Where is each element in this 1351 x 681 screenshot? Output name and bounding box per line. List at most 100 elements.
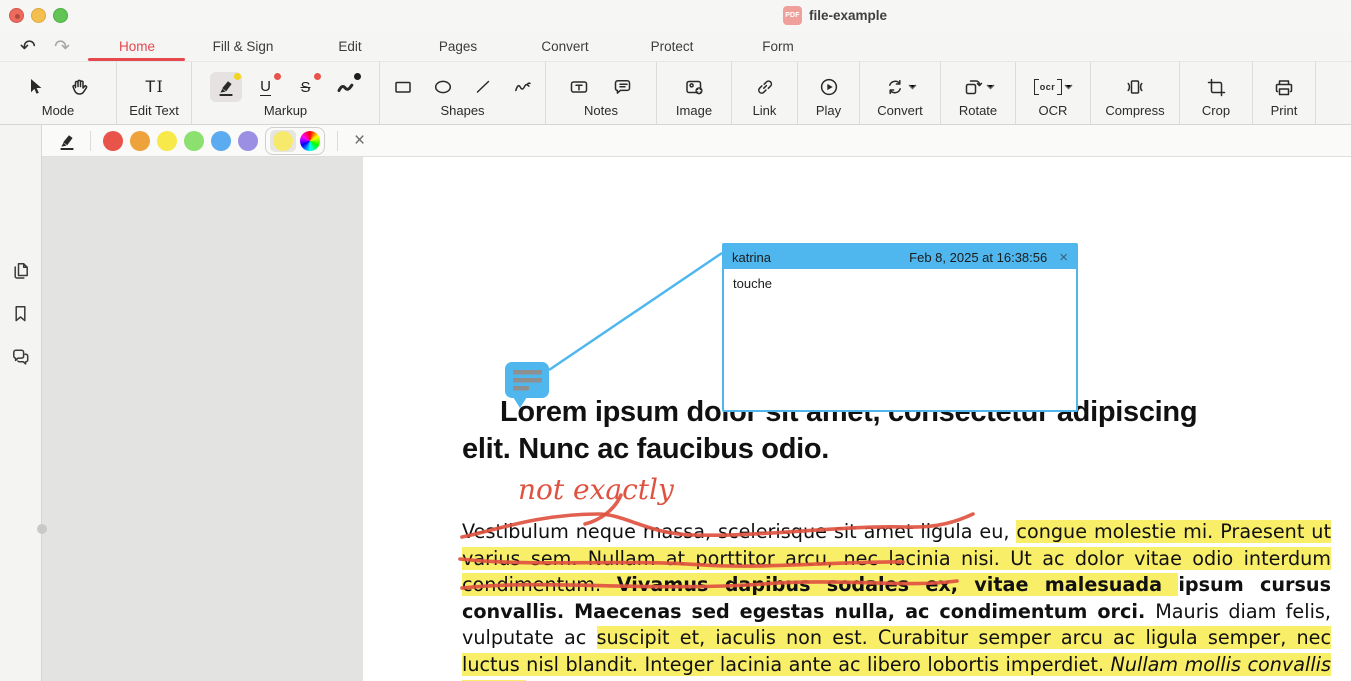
undo-icon[interactable]: ↶ xyxy=(20,34,36,61)
highlighter-icon xyxy=(215,76,237,98)
toolbar-group-label: Print xyxy=(1253,103,1315,118)
crop-button[interactable] xyxy=(1200,72,1232,102)
color-swatch[interactable] xyxy=(211,131,231,151)
active-highlighter-icon xyxy=(56,130,78,152)
tab-pages[interactable]: Pages xyxy=(439,33,477,61)
heading-line-2: elit. Nunc ac faucibus odio. xyxy=(462,431,1314,468)
handwritten-note-annotation[interactable]: not exactly xyxy=(518,473,674,506)
app-window: PDF file-example ↶ ↷ Home Fill & Sign Ed… xyxy=(0,0,1351,681)
draw-tool-button[interactable] xyxy=(330,72,362,102)
color-swatch[interactable] xyxy=(130,131,150,151)
insert-image-button[interactable] xyxy=(678,72,710,102)
close-window-button[interactable] xyxy=(9,8,24,23)
toolbar-group-label: Mode xyxy=(0,103,116,118)
comment-note-button[interactable] xyxy=(607,72,639,102)
traffic-lights xyxy=(9,8,68,23)
play-icon xyxy=(818,76,840,98)
comment-timestamp: Feb 8, 2025 at 16:38:56 xyxy=(909,250,1047,265)
selected-color-swatch xyxy=(273,131,293,151)
tab-edit[interactable]: Edit xyxy=(338,33,361,61)
color-wheel-icon[interactable] xyxy=(300,131,320,151)
sidebar-item-thumbnails[interactable] xyxy=(9,259,33,283)
sidebar-item-bookmarks[interactable] xyxy=(9,302,33,326)
toolbar-group-edit-text: TI Edit Text xyxy=(117,62,192,124)
tab-protect[interactable]: Protect xyxy=(651,33,694,61)
scribble-shape-button[interactable] xyxy=(507,72,539,102)
ribbon-tab-bar: ↶ ↷ Home Fill & Sign Edit Pages Convert … xyxy=(0,33,1351,62)
link-chain-icon xyxy=(754,76,776,98)
comment-body-text[interactable]: touche xyxy=(724,269,1076,298)
comment-popup-header[interactable]: katrina Feb 8, 2025 at 16:38:56 × xyxy=(724,245,1076,269)
tab-form[interactable]: Form xyxy=(762,33,794,61)
toolbar-group-label: Markup xyxy=(192,103,379,118)
underline-tool-button[interactable]: U xyxy=(250,72,282,102)
line-icon xyxy=(472,76,494,98)
sidebar-item-comments[interactable] xyxy=(9,345,33,369)
toolbar-group-label: Notes xyxy=(546,103,656,118)
divider xyxy=(90,131,91,151)
toolbar-group-convert: Convert xyxy=(860,62,941,124)
comment-bubble-icon xyxy=(612,76,634,98)
compress-icon xyxy=(1124,76,1146,98)
ocr-icon: ocr xyxy=(1034,77,1062,97)
redo-icon[interactable]: ↷ xyxy=(54,34,70,61)
line-shape-button[interactable] xyxy=(467,72,499,102)
insert-link-button[interactable] xyxy=(749,72,781,102)
convert-button[interactable] xyxy=(881,72,919,102)
tab-home[interactable]: Home xyxy=(119,33,155,61)
draw-color-dot xyxy=(354,73,361,80)
pdf-document-icon: PDF xyxy=(783,6,802,25)
color-swatch[interactable] xyxy=(238,131,258,151)
color-swatch[interactable] xyxy=(184,131,204,151)
comment-close-icon[interactable]: × xyxy=(1055,249,1068,266)
toolbar-group-label: Image xyxy=(657,103,731,118)
toolbar: Mode TI Edit Text U xyxy=(0,62,1351,125)
left-sidebar xyxy=(0,125,42,681)
selected-color-tile[interactable] xyxy=(270,130,296,152)
window-title-area: PDF file-example xyxy=(783,6,887,25)
chevron-down-icon xyxy=(986,84,995,90)
document-paragraph: Vestibulum neque massa, scelerisque sit … xyxy=(462,519,1331,681)
selected-color-group xyxy=(265,127,325,155)
rotate-button[interactable] xyxy=(959,72,997,102)
color-swatch[interactable] xyxy=(157,131,177,151)
toolbar-group-play: Play xyxy=(798,62,860,124)
underline-icon: U xyxy=(260,79,271,96)
rectangle-icon xyxy=(392,76,414,98)
ellipse-shape-button[interactable] xyxy=(427,72,459,102)
scribble-icon xyxy=(512,76,534,98)
text-note-button[interactable] xyxy=(563,72,595,102)
toolbar-group-label: Link xyxy=(732,103,797,118)
toolbar-group-shapes: Shapes xyxy=(380,62,546,124)
paragraph-segment: Vestibulum neque massa, scelerisque sit … xyxy=(462,520,1016,543)
print-button[interactable] xyxy=(1268,72,1300,102)
strikeout-tool-button[interactable]: S xyxy=(290,72,322,102)
sidebar-resize-handle[interactable] xyxy=(37,524,47,534)
document-canvas-background xyxy=(42,157,363,681)
strikeout-color-dot xyxy=(314,73,321,80)
ocr-button[interactable]: ocr xyxy=(1032,72,1074,102)
compress-button[interactable] xyxy=(1119,72,1151,102)
select-tool-button[interactable] xyxy=(20,72,52,102)
toolbar-group-label: OCR xyxy=(1016,103,1090,118)
toolbar-group-markup: U S Markup xyxy=(192,62,380,124)
close-properties-bar-icon[interactable]: × xyxy=(350,131,369,150)
color-swatch[interactable] xyxy=(103,131,123,151)
comments-icon xyxy=(10,346,32,368)
edit-text-button[interactable]: TI xyxy=(138,72,170,102)
toolbar-group-crop: Crop xyxy=(1180,62,1253,124)
page-thumbnails-icon xyxy=(10,260,32,282)
toolbar-group-label: Play xyxy=(798,103,859,118)
toolbar-group-label: Convert xyxy=(860,103,940,118)
rectangle-shape-button[interactable] xyxy=(387,72,419,102)
hand-tool-button[interactable] xyxy=(64,72,96,102)
active-tab-indicator xyxy=(88,58,185,61)
tab-fill-and-sign[interactable]: Fill & Sign xyxy=(213,33,274,61)
zoom-window-button[interactable] xyxy=(53,8,68,23)
pen-draw-icon xyxy=(335,76,357,98)
minimize-window-button[interactable] xyxy=(31,8,46,23)
tab-convert[interactable]: Convert xyxy=(541,33,588,61)
highlight-tool-button[interactable] xyxy=(210,72,242,102)
toolbar-group-image: Image xyxy=(657,62,732,124)
play-media-button[interactable] xyxy=(813,72,845,102)
